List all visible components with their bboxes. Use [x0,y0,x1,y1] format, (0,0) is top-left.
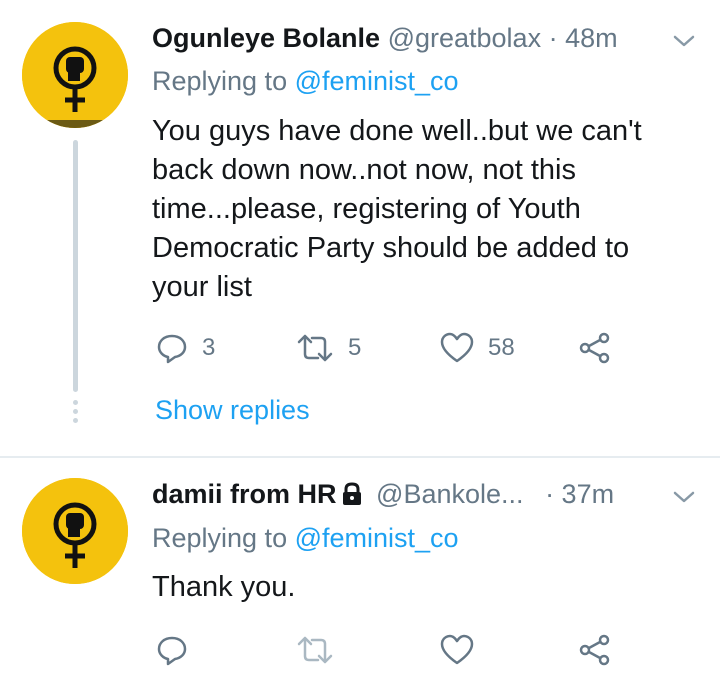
feminist-fist-icon [22,478,128,584]
tweet-header: damii from HR @Bankole... · 37m [152,476,614,512]
tweet-text: You guys have done well..but we can't ba… [152,115,642,303]
thread-dots [71,400,79,426]
reply-button[interactable]: 3 [156,328,215,368]
retweet-button[interactable]: 5 [296,328,361,368]
reply-count: 3 [202,334,216,361]
user-handle[interactable]: @greatbolax [388,23,542,53]
like-count: 58 [488,334,515,361]
retweet-button[interactable] [296,630,334,670]
replying-to: Replying to @feminist_co [152,63,459,99]
reply-icon [157,636,187,666]
lock-icon [342,482,361,505]
tweet-actions [0,630,720,670]
replying-to: Replying to @feminist_co [152,520,459,556]
timestamp[interactable]: · 48m [549,23,618,53]
share-button[interactable] [578,630,612,670]
chevron-down-icon[interactable] [672,33,696,49]
user-handle[interactable]: @Bankole... [376,479,524,509]
avatar[interactable] [22,22,128,128]
timestamp[interactable]: · 37m [545,479,614,509]
retweet-icon [297,636,333,664]
replying-prefix: Replying to [152,66,288,96]
heart-icon [440,332,474,363]
mention-link[interactable]: @feminist_co [295,66,459,96]
share-icon [579,332,610,364]
chevron-down-icon[interactable] [672,489,696,505]
retweet-count: 5 [348,334,362,361]
share-icon [579,634,610,666]
tweet-text: Thank you. [152,571,296,603]
reply-icon [157,334,187,364]
show-replies-link[interactable]: Show replies [155,392,310,428]
heart-icon [440,634,474,665]
reply-button[interactable] [156,630,188,670]
display-name[interactable]: damii from HR [152,479,337,509]
display-name[interactable]: Ogunleye Bolanle [152,23,380,53]
avatar[interactable] [22,478,128,584]
tweet-header: Ogunleye Bolanle @greatbolax · 48m [152,20,618,56]
tweet-actions: 3 5 58 [0,328,720,368]
replying-prefix: Replying to [152,523,288,553]
retweet-icon [297,334,333,362]
mention-link[interactable]: @feminist_co [295,523,459,553]
like-button[interactable] [440,630,474,670]
feminist-fist-icon [22,22,128,128]
like-button[interactable]: 58 [440,328,515,368]
share-button[interactable] [578,328,612,368]
